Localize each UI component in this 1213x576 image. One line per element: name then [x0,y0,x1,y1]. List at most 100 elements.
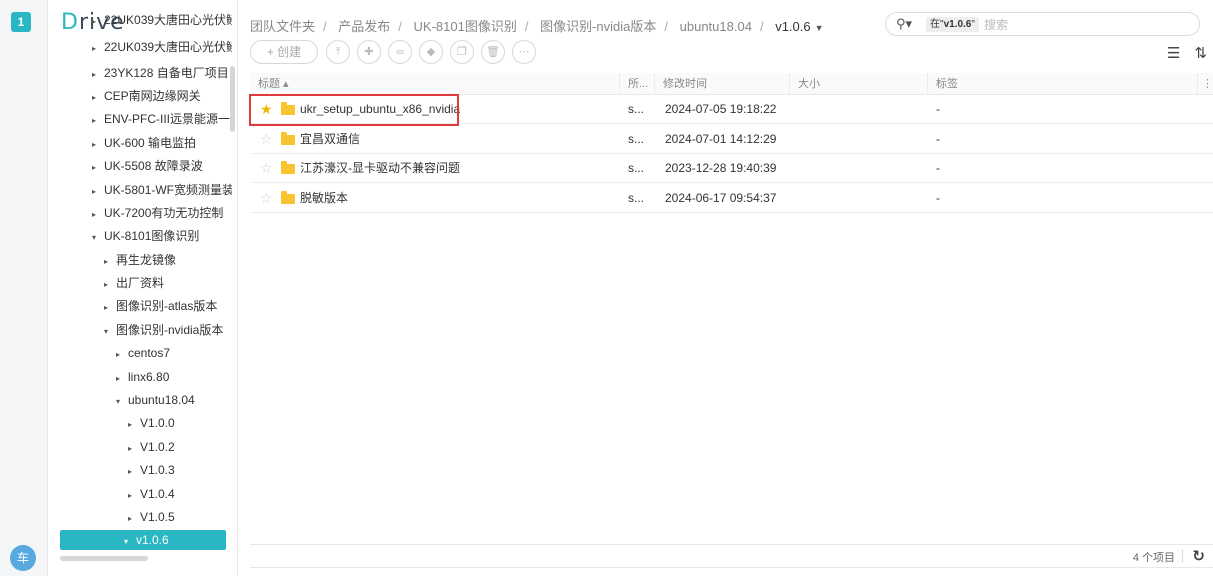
tree-item[interactable]: ▸ V1.0.0 [128,413,232,433]
chevron-right-icon: ▸ [92,116,97,125]
chevron-right-icon: ▸ [92,17,97,26]
view-controls: ☰ ⇅ [1153,44,1207,62]
file-name[interactable]: 脱敏版本 [300,184,348,213]
tree-item[interactable]: ▸ UK-600 输电监拍 [92,133,232,153]
tree-item[interactable]: ▸ 图像识别-atlas版本 [104,296,232,316]
tree-item[interactable]: ▸ UK-5508 故障录波 [92,156,232,176]
chevron-right-icon: ▸ [128,514,133,523]
column-title[interactable]: 标题 ▴ [250,73,620,95]
breadcrumb-item[interactable]: 团队文件夹 [250,19,315,34]
chevron-down-icon: ▾ [116,397,121,406]
folder-icon [281,132,295,145]
user-avatar[interactable]: 车 [10,545,36,571]
tree-item[interactable]: ▸ 22UK039大唐田心光伏鳗 [92,10,232,30]
sidebar-vertical-scrollbar[interactable] [230,66,235,132]
tree-item[interactable]: ▸ 出厂资料 [104,273,232,293]
star-icon[interactable]: ☆ [260,184,273,213]
modified-time: 2023-12-28 19:40:39 [665,161,777,175]
file-name[interactable]: 宜昌双通信 [300,125,360,154]
copy-icon[interactable]: ❐ [450,40,474,64]
tree-item[interactable]: ▸ V1.0.5 [128,507,232,527]
column-menu-icon[interactable]: ⋮ [1198,73,1213,95]
list-view-icon[interactable]: ☰ [1167,45,1180,62]
tree-item[interactable]: ▾ UK-8101图像识别 [92,226,232,246]
folder-icon [281,161,295,174]
tree-item[interactable]: ▸ linx6.80 [116,367,232,387]
tree-item[interactable]: ▸ ENV-PFC-III远景能源一次 [92,109,232,129]
tags: - [936,132,940,146]
tree-item[interactable]: ▸ 再生龙镜像 [104,250,232,270]
chevron-right-icon: ▸ [128,467,133,476]
chevron-right-icon: ▸ [92,163,97,172]
delete-icon[interactable]: 🗑 [481,40,505,64]
tree-item[interactable]: ▸ 22UK039大唐田心光伏鳗 [92,37,232,57]
column-size[interactable]: 大小 [790,73,928,95]
chevron-down-icon: ▾ [124,537,129,546]
tree-item[interactable]: ▸ 23YK128 自备电厂项目 [92,63,232,83]
search-box[interactable]: ⚲▾ 在"v1.0.6" [885,12,1200,36]
chevron-right-icon: ▸ [104,303,109,312]
refresh-icon[interactable]: ↻ [1192,547,1205,565]
chevron-right-icon: ▸ [128,491,133,500]
create-button[interactable]: + 创建 [250,40,318,64]
breadcrumb-item[interactable]: UK-8101图像识别 [414,19,517,34]
chevron-right-icon: ▸ [128,420,133,429]
star-icon[interactable]: ☆ [260,125,273,154]
share-user-icon[interactable]: ✚ [357,40,381,64]
breadcrumb-item[interactable]: 图像识别-nvidia版本 [540,19,656,34]
chevron-right-icon: ▸ [92,140,97,149]
sort-icon[interactable]: ⇅ [1194,45,1207,62]
file-name[interactable]: 江苏濠汉-显卡驱动不兼容问题 [300,154,460,183]
chevron-right-icon: ▸ [116,350,121,359]
tree-item[interactable]: ▸ centos7 [116,343,232,363]
tag-icon[interactable]: ◆ [419,40,443,64]
column-modified[interactable]: 修改时间 [655,73,790,95]
tree-item[interactable]: ▸ UK-5801-WF宽频测量装 [92,180,232,200]
tags: - [936,161,940,175]
breadcrumb: 团队文件夹 / 产品发布 / UK-8101图像识别 / 图像识别-nvidia版本 /… [250,19,824,34]
table-header: 标题 ▴ 所... 修改时间 大小 标签 ⋮ [250,73,1213,95]
column-owner[interactable]: 所... [620,73,655,95]
breadcrumb-current[interactable]: v1.0.6 [775,19,810,34]
workspace-rail: 1 车 [0,0,48,576]
tree-item[interactable]: ▸ UK-7200有功无功控制 [92,203,232,223]
tree-item[interactable]: ▸ V1.0.3 [128,460,232,480]
chevron-right-icon: ▸ [116,374,121,383]
tree-item[interactable]: ▾ ubuntu18.04 [116,390,232,410]
breadcrumb-item[interactable]: ubuntu18.04 [680,19,752,34]
table-row[interactable]: ☆ 脱敏版本 s... 2024-06-17 09:54:37 - [250,184,1213,213]
search-scope-tag[interactable]: 在"v1.0.6" [926,17,979,32]
search-input[interactable] [984,16,1184,33]
tree-item[interactable]: ▾ 图像识别-nvidia版本 [104,320,232,340]
modified-time: 2024-07-05 19:18:22 [665,102,777,116]
item-count: 4 个项目 [1132,552,1175,564]
folder-icon [281,191,295,204]
chevron-down-icon[interactable]: ▼ [815,23,824,33]
chevron-right-icon: ▸ [92,70,97,79]
chevron-right-icon: ▸ [92,210,97,219]
tree-item[interactable]: ▸ V1.0.4 [128,484,232,504]
sidebar-horizontal-scrollbar[interactable] [60,556,148,561]
main-content: 团队文件夹 / 产品发布 / UK-8101图像识别 / 图像识别-nvidia版本 /… [238,0,1213,576]
tree-item-selected[interactable]: ▾ v1.0.6 [60,530,226,550]
chevron-right-icon: ▸ [128,444,133,453]
tree-item[interactable]: ▸ CEP南网边缘网关 [92,86,232,106]
column-tags[interactable]: 标签 [928,73,1198,95]
breadcrumb-item[interactable]: 产品发布 [338,19,390,34]
tree-item[interactable]: ▸ V1.0.2 [128,437,232,457]
table-row[interactable]: ☆ 宜昌双通信 s... 2024-07-01 14:12:29 - [250,125,1213,154]
star-icon[interactable]: ☆ [260,154,273,183]
chevron-down-icon: ▾ [104,327,109,336]
workspace-badge[interactable]: 1 [11,12,31,32]
link-icon[interactable]: ∞ [388,40,412,64]
selection-highlight [249,94,459,126]
owner: s... [628,161,645,175]
search-icon[interactable]: ⚲▾ [896,16,912,32]
upload-icon[interactable]: ⤒ [326,40,350,64]
tags: - [936,102,940,116]
owner: s... [628,102,645,116]
table-row[interactable]: ☆ 江苏濠汉-显卡驱动不兼容问题 s... 2023-12-28 19:40:3… [250,154,1213,183]
status-bar: 4 个项目 ↻ [250,544,1213,568]
chevron-right-icon: ▸ [92,44,97,53]
more-icon[interactable]: ⋯ [512,40,536,64]
